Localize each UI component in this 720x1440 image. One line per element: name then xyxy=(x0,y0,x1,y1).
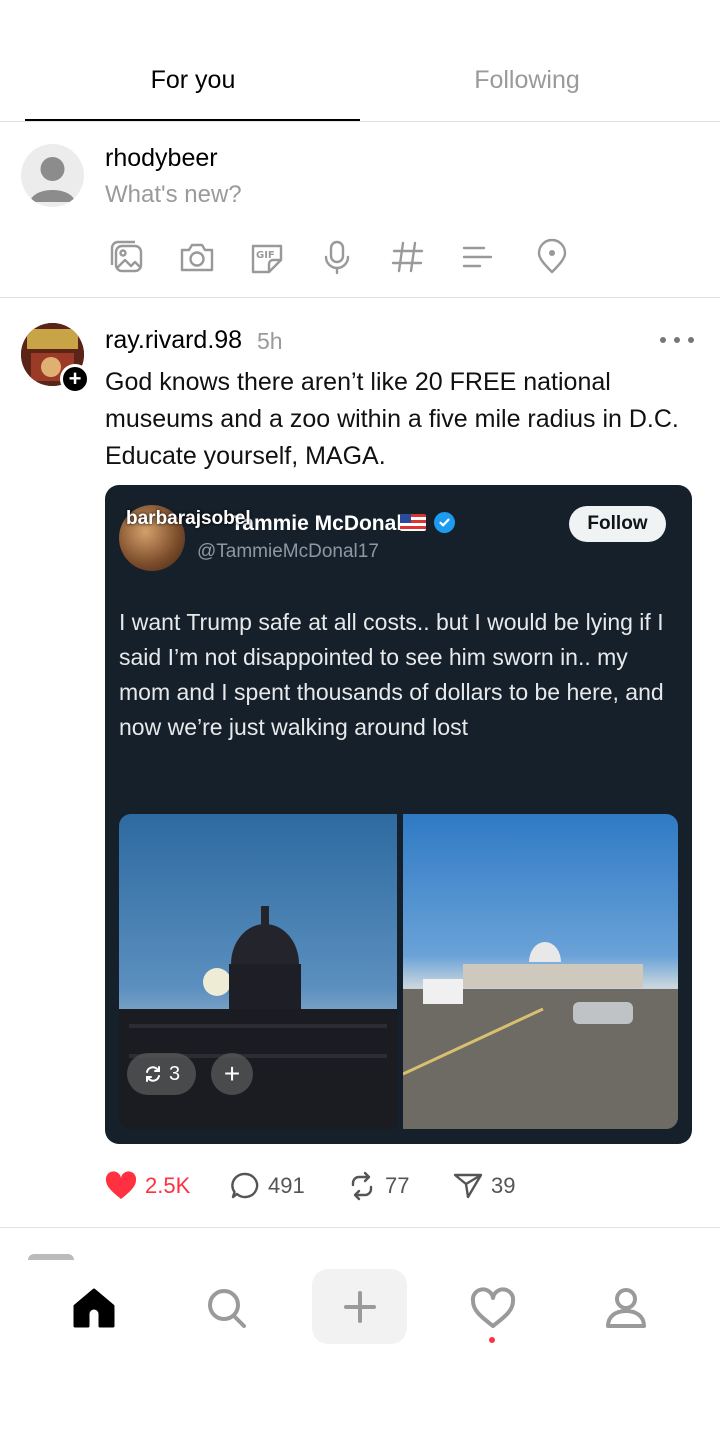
composer-username: rhodybeer xyxy=(105,144,218,172)
reply-count: 491 xyxy=(268,1173,305,1198)
nav-activity[interactable] xyxy=(458,1276,528,1340)
like-count: 2.5K xyxy=(145,1173,191,1198)
activity-heart-icon xyxy=(470,1287,516,1328)
gif-icon[interactable]: GIF xyxy=(245,235,289,279)
share-count: 39 xyxy=(491,1173,516,1198)
create-icon xyxy=(343,1290,376,1323)
like-button[interactable]: 2.5K xyxy=(105,1166,190,1206)
post-timestamp: 5h xyxy=(257,328,283,354)
send-icon xyxy=(453,1173,483,1199)
repost-icon xyxy=(351,1171,373,1201)
watermark-text: barbarajsobel xyxy=(126,508,251,529)
share-button[interactable]: 39 xyxy=(453,1166,515,1206)
hashtag-icon[interactable] xyxy=(385,235,429,279)
embed-body-text: I want Trump safe at all costs.. but I w… xyxy=(119,609,664,740)
nav-create[interactable] xyxy=(312,1269,407,1344)
feed-post[interactable]: + ray.rivard.98 5h God knows there aren’… xyxy=(0,298,720,1228)
bottom-navigation xyxy=(0,1240,720,1440)
camera-icon[interactable] xyxy=(175,235,219,279)
home-icon xyxy=(73,1288,115,1328)
composer: rhodybeer What's new? GIF xyxy=(0,122,720,298)
embedded-screenshot[interactable]: Tammie McDonald barbarajsobel @TammieMcD… xyxy=(105,485,692,1144)
poll-icon[interactable] xyxy=(455,235,499,279)
compose-input[interactable]: What's new? xyxy=(105,181,242,209)
active-tab-indicator xyxy=(25,119,360,121)
repost-button[interactable]: 77 xyxy=(347,1166,409,1206)
more-options-icon[interactable] xyxy=(660,328,694,352)
embed-follow-button: Follow xyxy=(569,506,666,542)
verified-badge-icon xyxy=(434,512,455,533)
nav-home[interactable] xyxy=(59,1276,129,1340)
user-avatar[interactable] xyxy=(21,144,84,207)
tab-for-you[interactable]: For you xyxy=(13,66,373,95)
capitol-photo-right xyxy=(403,814,678,1129)
nav-profile[interactable] xyxy=(591,1276,661,1340)
post-author-name[interactable]: ray.rivard.98 xyxy=(105,326,242,355)
post-text: God knows there aren’t like 20 FREE nati… xyxy=(105,368,679,470)
repost-count: 77 xyxy=(385,1173,410,1198)
default-avatar-icon xyxy=(30,157,75,202)
embed-author-name: Tammie McDonald xyxy=(231,512,415,535)
profile-icon xyxy=(606,1288,646,1328)
gallery-icon[interactable] xyxy=(105,235,149,279)
tab-following[interactable]: Following xyxy=(347,66,707,95)
location-icon[interactable] xyxy=(530,235,574,279)
svg-text:GIF: GIF xyxy=(256,250,275,261)
comment-icon xyxy=(231,1172,259,1199)
repost-count-pill: 3 xyxy=(127,1053,197,1095)
follow-author-button[interactable]: + xyxy=(60,364,90,394)
nav-search[interactable] xyxy=(192,1276,262,1340)
activity-notification-dot xyxy=(489,1337,495,1343)
repost-icon xyxy=(146,1066,160,1082)
post-actions: 2.5K 491 77 39 xyxy=(105,1166,705,1206)
next-post-avatar-peek xyxy=(28,1254,74,1260)
reply-button[interactable]: 491 xyxy=(230,1166,305,1206)
us-flag-icon xyxy=(400,514,426,531)
embed-handle: @TammieMcDonal17 xyxy=(197,541,379,562)
embed-plus-button: + xyxy=(211,1053,253,1095)
search-icon xyxy=(208,1289,246,1328)
repost-count: 3 xyxy=(169,1062,181,1085)
heart-filled-icon xyxy=(105,1171,137,1199)
feed-tabs: For you Following xyxy=(0,0,720,122)
microphone-icon[interactable] xyxy=(315,235,359,279)
